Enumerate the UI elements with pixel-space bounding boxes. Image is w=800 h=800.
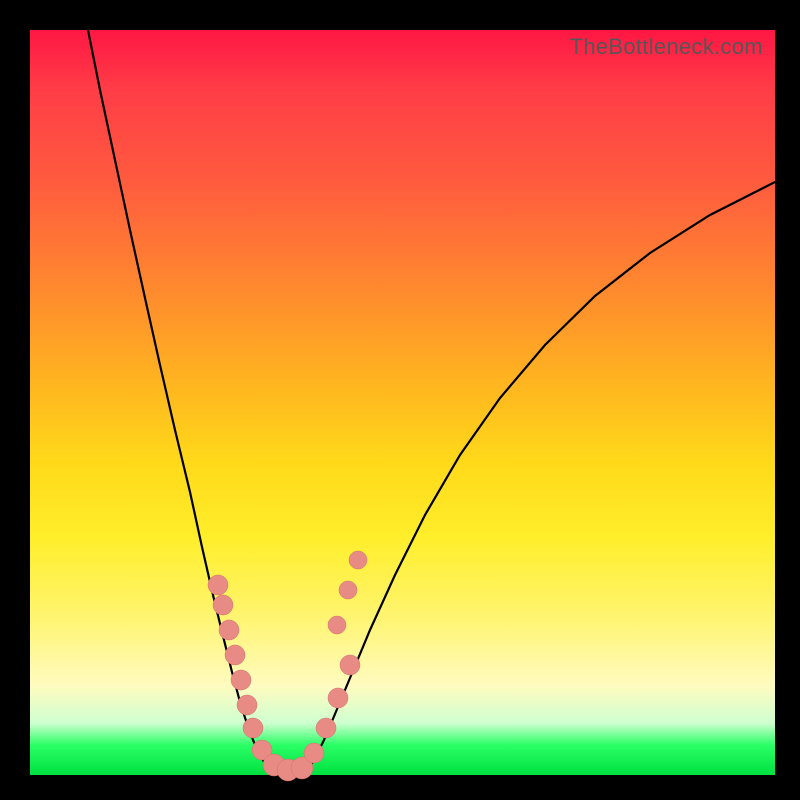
highlight-dot (208, 575, 228, 595)
right-curve (308, 182, 775, 770)
highlight-dot (340, 655, 360, 675)
highlight-dot (349, 551, 367, 569)
highlight-dot (243, 718, 263, 738)
highlight-dot (339, 581, 357, 599)
highlight-dot (316, 718, 336, 738)
plot-area: TheBottleneck.com (30, 30, 775, 775)
highlight-dot (328, 688, 348, 708)
highlight-dot (304, 743, 324, 763)
highlight-dot (219, 620, 239, 640)
highlight-dot (237, 695, 257, 715)
highlight-dot (231, 670, 251, 690)
curve-layer (30, 30, 775, 775)
highlight-dot (328, 616, 346, 634)
highlight-dot (225, 645, 245, 665)
highlight-dots (208, 551, 367, 781)
chart-frame: TheBottleneck.com (0, 0, 800, 800)
highlight-dot (213, 595, 233, 615)
